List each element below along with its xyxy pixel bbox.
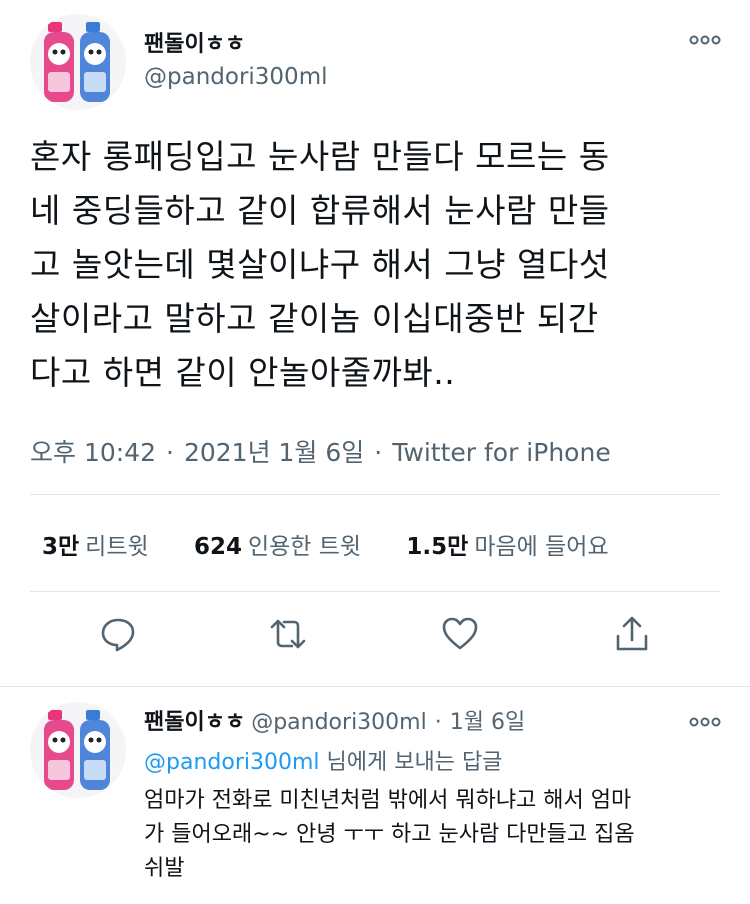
divider <box>30 494 720 495</box>
tweet-text-line: 고 놀앗는데 몇살이냐구 해서 그냥 열다섯 <box>30 245 610 284</box>
tweet-stats: 3만 리트윗 624 인용한 트윗 1.5만 마음에 들어요 <box>42 527 647 561</box>
share-icon[interactable] <box>612 614 652 654</box>
likes-count: 1.5만 <box>406 534 469 560</box>
reply-display-name[interactable]: 팬돌이ㅎㅎ <box>144 710 245 735</box>
replying-to: @pandori300ml 님에게 보내는 답글 <box>144 744 502 776</box>
quotes-label: 인용한 트윗 <box>247 534 362 560</box>
tweet-meta: 오후 10:42 · 2021년 1월 6일 · Twitter for iPhone <box>30 433 611 469</box>
retweets-stat[interactable]: 3만 리트윗 <box>42 527 149 561</box>
divider <box>0 686 750 687</box>
reply-text-line: 쉬발 <box>144 856 185 881</box>
reply-avatar[interactable] <box>30 702 126 798</box>
tweet-time[interactable]: 오후 10:42 <box>30 438 156 467</box>
more-options-icon[interactable] <box>688 30 722 50</box>
reply-text-line: 엄마가 전화로 미친년처럼 밖에서 뭐하냐고 해서 엄마 <box>144 788 632 813</box>
more-options-icon[interactable] <box>688 712 722 732</box>
retweets-label: 리트윗 <box>85 534 149 560</box>
tweet-date[interactable]: 2021년 1월 6일 <box>184 438 364 467</box>
replying-to-suffix: 님에게 보내는 답글 <box>326 750 503 775</box>
retweets-count: 3만 <box>42 534 80 560</box>
avatar[interactable] <box>30 14 126 110</box>
heart-icon[interactable] <box>440 614 480 654</box>
separator-dot: · <box>374 438 383 467</box>
retweet-icon[interactable] <box>268 614 308 654</box>
tweet-source[interactable]: Twitter for iPhone <box>392 438 610 467</box>
reply-user-handle[interactable]: @pandori300ml <box>251 710 427 735</box>
likes-stat[interactable]: 1.5만 마음에 들어요 <box>406 527 608 561</box>
quotes-count: 624 <box>193 534 242 560</box>
replying-to-mention[interactable]: @pandori300ml <box>144 750 320 775</box>
reply-text-line: 가 들어오래~~ 안녕 ㅜㅜ 하고 눈사람 다만들고 집옴 <box>144 822 635 847</box>
reply-text: 엄마가 전화로 미친년처럼 밖에서 뭐하냐고 해서 엄마 가 들어오래~~ 안녕… <box>144 784 734 886</box>
avatar-image <box>30 14 126 110</box>
reply-date[interactable]: 1월 6일 <box>450 710 525 735</box>
reply-icon[interactable] <box>98 614 138 654</box>
quotes-stat[interactable]: 624 인용한 트윗 <box>194 527 361 561</box>
likes-label: 마음에 들어요 <box>474 534 609 560</box>
divider <box>30 591 720 592</box>
tweet-text: 혼자 롱패딩입고 눈사람 만들다 모르는 동 네 중딩들하고 같이 합류해서 눈… <box>30 130 730 400</box>
display-name[interactable]: 팬돌이ㅎㅎ <box>144 26 245 58</box>
tweet-text-line: 혼자 롱패딩입고 눈사람 만들다 모르는 동 <box>30 137 610 176</box>
avatar-image <box>30 702 126 798</box>
tweet-text-line: 살이라고 말하고 같이놈 이십대중반 되간 <box>30 299 599 338</box>
tweet-text-line: 네 중딩들하고 같이 합류해서 눈사람 만들 <box>30 191 610 230</box>
separator-dot: · <box>434 710 442 735</box>
reply-header: 팬돌이ㅎㅎ @pandori300ml · 1월 6일 <box>144 704 525 736</box>
separator-dot: · <box>166 438 174 467</box>
user-handle[interactable]: @pandori300ml <box>144 64 327 90</box>
tweet-text-line: 다고 하면 같이 안놀아줄까봐.. <box>30 353 456 392</box>
